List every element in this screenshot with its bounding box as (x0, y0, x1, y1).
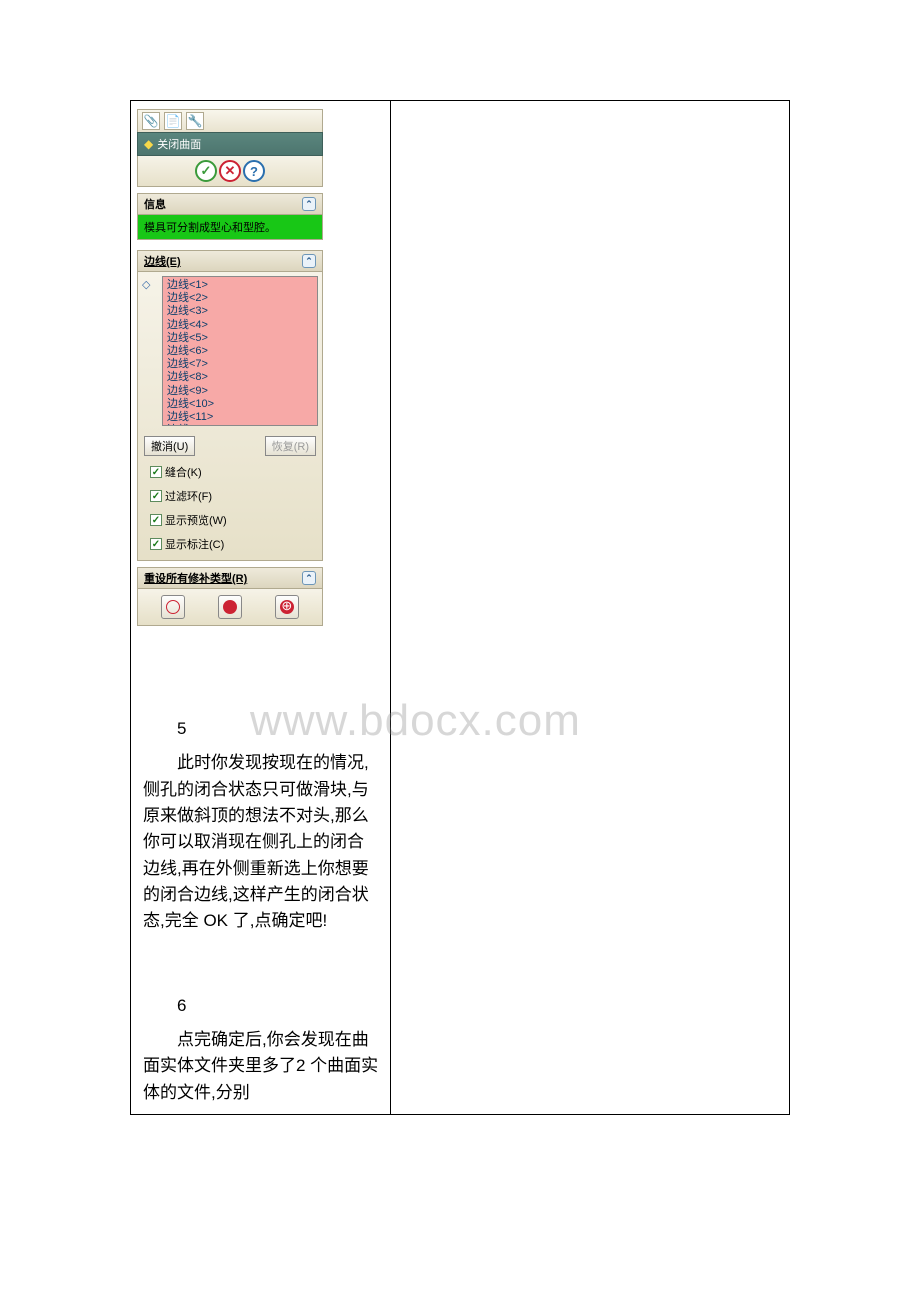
tab-feature-icon[interactable]: 📎 (142, 112, 160, 130)
checkbox-filter-label: 过滤环(F) (165, 488, 212, 504)
help-button[interactable]: ? (243, 160, 265, 182)
step-5-block: 5 此时你发现按现在的情况,侧孔的闭合状态只可做滑块,与原来做斜顶的想法不对头,… (131, 706, 390, 943)
edge-item[interactable]: 边线<9> (167, 385, 313, 398)
repair-header-label: 重设所有修补类型(R) (144, 570, 247, 586)
edge-item[interactable]: 边线<2> (167, 292, 313, 305)
edge-item[interactable]: 边线<4> (167, 319, 313, 332)
tab-strip: 📎 📄 🔧 (137, 109, 323, 132)
checkbox-knit-row[interactable]: ✓ 缝合(K) (142, 460, 318, 484)
repair-section-body (137, 589, 323, 626)
repair-fill-button[interactable] (218, 595, 242, 619)
undo-button[interactable]: 撤消(U) (144, 436, 195, 456)
checkbox-callout-row[interactable]: ✓ 显示标注(C) (142, 532, 318, 556)
globe-icon (280, 600, 294, 614)
redo-button: 恢复(R) (265, 436, 316, 456)
repair-none-button[interactable] (161, 595, 185, 619)
circle-outline-icon (166, 600, 180, 614)
info-header-label: 信息 (144, 196, 166, 212)
checkbox-callout-label: 显示标注(C) (165, 536, 224, 552)
panel-title: 关闭曲面 (157, 136, 201, 152)
cancel-button[interactable]: ✕ (219, 160, 241, 182)
step-6-text: 点完确定后,你会发现在曲面实体文件夹里多了2 个曲面实体的文件,分别 (143, 1027, 380, 1106)
edge-item[interactable]: 边线<3> (167, 305, 313, 318)
confirm-row: ✓ ✕ ? (137, 156, 323, 187)
info-message: 模具可分割成型心和型腔。 (137, 215, 323, 240)
tab-config-icon[interactable]: 🔧 (186, 112, 204, 130)
repair-tangent-button[interactable] (275, 595, 299, 619)
checkbox-knit-label: 缝合(K) (165, 464, 202, 480)
edge-item[interactable]: 边线<5> (167, 332, 313, 345)
repair-section-header: 重设所有修补类型(R) ⌃ (137, 567, 323, 589)
checkbox-knit-icon: ✓ (150, 466, 162, 478)
checkbox-preview-row[interactable]: ✓ 显示预览(W) (142, 508, 318, 532)
info-section-header: 信息 ⌃ (137, 193, 323, 215)
tab-property-icon[interactable]: 📄 (164, 112, 182, 130)
collapse-info-icon[interactable]: ⌃ (302, 197, 316, 211)
step-6-number: 6 (143, 993, 380, 1019)
edge-item[interactable]: 边线<8> (167, 371, 313, 384)
edges-header-label: 边线(E) (144, 253, 181, 269)
edge-item[interactable]: 边线<6> (167, 345, 313, 358)
edge-item[interactable]: 边线<1> (167, 279, 313, 292)
circle-filled-icon (223, 600, 237, 614)
step-5-number: 5 (143, 716, 380, 742)
edges-section-header: 边线(E) ⌃ (137, 250, 323, 272)
right-column (390, 101, 789, 1115)
edge-item[interactable]: 边线<12> (167, 424, 313, 426)
edge-item[interactable]: 边线<10> (167, 398, 313, 411)
left-column: 📎 📄 🔧 ◆ 关闭曲面 ✓ ✕ ? 信息 ⌃ 模具可分割成型心和型腔。 边线(… (131, 101, 391, 1115)
ok-button[interactable]: ✓ (195, 160, 217, 182)
edge-item[interactable]: 边线<11> (167, 411, 313, 424)
collapse-edges-icon[interactable]: ⌃ (302, 254, 316, 268)
checkbox-preview-label: 显示预览(W) (165, 512, 227, 528)
close-surface-icon: ◆ (144, 137, 153, 151)
edges-section-body: ◇ 边线<1>边线<2>边线<3>边线<4>边线<5>边线<6>边线<7>边线<… (137, 272, 323, 561)
layout-table: 📎 📄 🔧 ◆ 关闭曲面 ✓ ✕ ? 信息 ⌃ 模具可分割成型心和型腔。 边线(… (130, 100, 790, 1115)
edges-listbox[interactable]: 边线<1>边线<2>边线<3>边线<4>边线<5>边线<6>边线<7>边线<8>… (162, 276, 318, 426)
edge-select-icon: ◇ (142, 278, 158, 294)
step-5-text: 此时你发现按现在的情况,侧孔的闭合状态只可做滑块,与原来做斜顶的想法不对头,那么… (143, 750, 380, 934)
checkbox-preview-icon: ✓ (150, 514, 162, 526)
step-6-block: 6 点完确定后,你会发现在曲面实体文件夹里多了2 个曲面实体的文件,分别 (131, 983, 390, 1114)
collapse-repair-icon[interactable]: ⌃ (302, 571, 316, 585)
checkbox-filter-row[interactable]: ✓ 过滤环(F) (142, 484, 318, 508)
edge-item[interactable]: 边线<7> (167, 358, 313, 371)
checkbox-filter-icon: ✓ (150, 490, 162, 502)
panel-title-bar: ◆ 关闭曲面 (137, 132, 323, 156)
property-panel: 📎 📄 🔧 ◆ 关闭曲面 ✓ ✕ ? 信息 ⌃ 模具可分割成型心和型腔。 边线(… (137, 109, 323, 626)
checkbox-callout-icon: ✓ (150, 538, 162, 550)
